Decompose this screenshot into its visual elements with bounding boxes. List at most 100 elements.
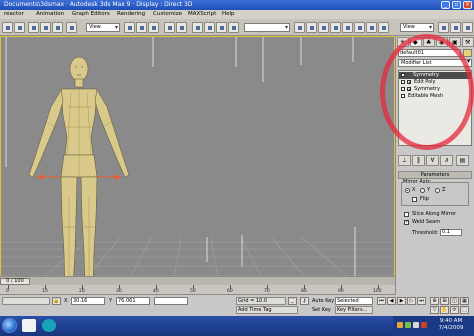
close-button[interactable]: × [463,1,472,9]
next-frame-icon[interactable]: ▷ [407,297,416,305]
select-manipulate-icon[interactable] [176,22,187,33]
set-key-button[interactable]: Set Key [312,307,331,313]
time-slider[interactable]: 0 / 100 [0,276,395,285]
menu-help[interactable]: Help [222,11,235,18]
auto-key-button[interactable]: Auto Key [312,298,334,304]
track-bar[interactable]: 0 10 20 30 40 50 60 70 80 90 100 [0,285,395,295]
pin-stack-icon[interactable]: ⊥ [398,155,411,166]
goto-end-icon[interactable]: ⏭ [417,297,426,305]
zoom-extents-all-icon[interactable]: ▦ [460,297,469,305]
taskbar-clock[interactable]: 9:40 AM 7/4/2009 [430,318,472,332]
axis-z-radio[interactable] [435,188,440,193]
mirror-axis-label: Mirror Axis: [403,179,432,185]
orbit-icon[interactable]: ⟳ [450,306,459,314]
redo-icon[interactable] [14,22,25,33]
render-setup-icon[interactable] [366,22,377,33]
highlight-circle [380,34,474,150]
utilities-tab[interactable]: ⚒ [462,37,474,47]
axis-x-radio[interactable] [405,188,410,193]
threshold-label: Threshold: [412,230,439,236]
add-time-tag-button[interactable]: Add Time Tag [236,306,298,314]
parameters-rollout-header[interactable]: Parameters [398,171,472,179]
select-scale-icon[interactable] [148,22,159,33]
render-type-dropdown[interactable]: View [400,23,434,32]
remove-modifier-icon[interactable]: ∂ [440,155,453,166]
time-slider-thumb[interactable]: 0 / 100 [0,278,30,285]
x-coord-field[interactable]: 30.16 [71,297,105,305]
ruler-label: 30 [116,289,122,294]
weld-seam-checkbox[interactable]: ✓ [404,220,409,225]
ruler-label: 100 [373,289,382,294]
tray-app-icon[interactable] [397,322,403,328]
bind-space-warp-icon[interactable] [52,22,63,33]
grid-size-readout: Grid = 10.0 [236,297,286,305]
axis-z-label: Z [442,187,446,193]
align-icon[interactable] [306,22,317,33]
menu-animation[interactable]: Animation [36,11,64,18]
time-config-icon[interactable]: ⌚ [288,297,297,305]
menu-customize[interactable]: Customize [153,11,182,18]
select-object-icon[interactable] [66,22,77,33]
configure-modifier-sets-icon[interactable]: ▤ [456,155,469,166]
zoom-icon[interactable]: ⊕ [430,297,439,305]
security-icon[interactable] [421,322,427,328]
named-selection-dropdown[interactable] [244,23,290,32]
material-editor-icon[interactable] [354,22,365,33]
reference-coordinate-dropdown[interactable]: View [86,23,120,32]
rollout-title: Parameters [420,172,450,178]
axis-y-radio[interactable] [420,188,425,193]
menu-reactor[interactable]: reactor [4,11,24,18]
flip-checkbox[interactable] [412,197,417,202]
threshold-field[interactable]: 0.1 [440,229,462,236]
render-production-icon[interactable] [438,22,449,33]
ruler-label: 70 [264,289,270,294]
percent-snap-icon[interactable] [216,22,227,33]
z-coord-field[interactable] [154,297,188,305]
perspective-viewport[interactable] [0,36,395,295]
start-orb-icon[interactable] [2,318,17,333]
curve-editor-icon[interactable] [330,22,341,33]
key-icon[interactable]: ⚷ [300,297,309,305]
render-iterative-icon[interactable] [450,22,461,33]
undo-icon[interactable] [2,22,13,33]
3dsmax-task-icon[interactable] [42,319,56,332]
angle-snap-icon[interactable] [204,22,215,33]
explorer-task-icon[interactable] [22,319,36,332]
zoom-extents-icon[interactable]: ◫ [450,297,459,305]
ruler-label: 60 [227,289,233,294]
ruler-label: 0 [6,289,9,294]
play-icon[interactable]: ▶ [397,297,406,305]
slice-along-mirror-checkbox[interactable] [404,212,409,217]
key-filters-button[interactable]: Key Filters... [335,306,373,314]
lock-selection-icon[interactable]: 🔒 [52,297,61,305]
render-frame-icon[interactable] [462,22,473,33]
select-rotate-icon[interactable] [136,22,147,33]
goto-start-icon[interactable]: ⏮ [377,297,386,305]
y-coord-field[interactable]: 76.061 [116,297,150,305]
maximize-button[interactable]: ▫ [452,1,461,9]
zoom-all-icon[interactable]: ⊞ [440,297,449,305]
schematic-view-icon[interactable] [342,22,353,33]
snap-toggle-icon[interactable] [192,22,203,33]
menu-rendering[interactable]: Rendering [117,11,145,18]
layer-manager-icon[interactable] [318,22,329,33]
mirror-icon[interactable] [294,22,305,33]
select-move-icon[interactable] [124,22,135,33]
network-icon[interactable] [405,322,411,328]
show-end-result-icon[interactable]: ‖ [412,155,425,166]
prev-frame-icon[interactable]: ◀ [387,297,396,305]
quick-render-icon[interactable] [378,22,389,33]
maximize-viewport-icon[interactable]: ⬚ [460,306,469,314]
key-mode-dropdown[interactable]: Selected [335,297,373,305]
field-of-view-icon[interactable]: ▽ [430,306,439,314]
volume-icon[interactable] [413,322,419,328]
menu-maxscript[interactable]: MAXScript [188,11,216,18]
menu-graph-editors[interactable]: Graph Editors [72,11,110,18]
make-unique-icon[interactable]: ∀ [426,155,439,166]
minimize-button[interactable]: _ [441,1,450,9]
pivot-icon[interactable] [164,22,175,33]
pan-view-icon[interactable]: ✋ [440,306,449,314]
unlink-icon[interactable] [40,22,51,33]
spinner-snap-icon[interactable] [228,22,239,33]
link-icon[interactable] [28,22,39,33]
